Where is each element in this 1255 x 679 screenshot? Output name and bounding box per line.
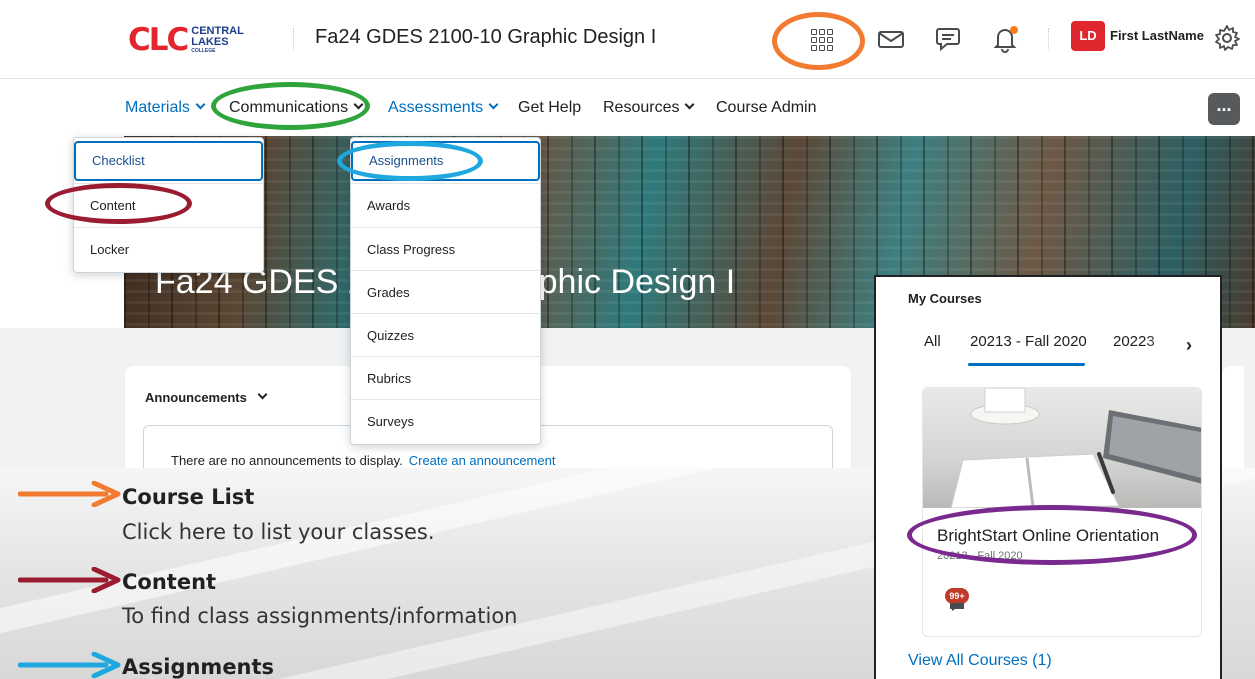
chevron-down-icon — [195, 99, 206, 110]
divider — [293, 28, 294, 50]
nav-course-admin[interactable]: Course Admin — [716, 99, 817, 117]
user-name[interactable]: First LastName — [1110, 28, 1204, 43]
nav-materials[interactable]: Materials — [125, 99, 206, 117]
assessments-menu: Assignments Awards Class Progress Grades… — [350, 137, 541, 445]
course-card[interactable]: BrightStart Online Orientation 20213 - F… — [922, 387, 1202, 637]
college-logo[interactable]: CLC CENTRAL LAKES COLLEGE — [128, 22, 244, 58]
logo-text: CLC — [128, 22, 189, 58]
tip-content-body: To find class assignments/information — [122, 604, 518, 628]
desk-illustration — [950, 388, 1201, 509]
tab-fall-2020[interactable]: 20213 - Fall 2020 — [970, 333, 1087, 350]
course-card-term: 20213 - Fall 2020 — [937, 550, 1023, 562]
announcements-empty-text: There are no announcements to display. Cr… — [171, 453, 556, 468]
menu-item-locker[interactable]: Locker — [74, 227, 263, 271]
bell-icon[interactable] — [990, 24, 1020, 54]
menu-item-checklist[interactable]: Checklist — [74, 141, 263, 181]
menu-item-surveys[interactable]: Surveys — [351, 399, 540, 443]
chevron-right-icon[interactable]: › — [1186, 335, 1192, 356]
tip-content-title: Content — [122, 570, 217, 594]
materials-menu: Checklist Content Locker — [73, 137, 264, 273]
tab-fade — [1146, 327, 1182, 357]
active-tab-indicator — [968, 363, 1085, 366]
chevron-down-icon — [488, 99, 499, 110]
orange-arrow-icon — [18, 481, 121, 507]
announcements-heading[interactable]: Announcements — [145, 389, 268, 405]
nav-communications[interactable]: Communications — [229, 99, 364, 117]
menu-item-quizzes[interactable]: Quizzes — [351, 313, 540, 356]
tip-assignments-title: Assignments — [122, 655, 275, 679]
course-navbar: Materials Communications Assessments Get… — [0, 78, 1255, 136]
create-announcement-link[interactable]: Create an announcement — [409, 453, 556, 468]
course-card-name[interactable]: BrightStart Online Orientation — [937, 526, 1159, 546]
more-button[interactable]: ... — [1208, 93, 1240, 125]
gear-icon[interactable] — [1212, 23, 1242, 53]
chevron-down-icon — [685, 99, 695, 110]
nav-get-help[interactable]: Get Help — [518, 99, 581, 117]
right-widget — [1222, 366, 1244, 476]
tab-all[interactable]: All — [924, 333, 941, 350]
menu-item-rubrics[interactable]: Rubrics — [351, 356, 540, 399]
discussion-icon — [950, 603, 964, 611]
menu-item-content[interactable]: Content — [74, 183, 263, 227]
my-courses-panel: My Courses All 20213 - Fall 2020 20223 ›… — [874, 275, 1222, 679]
tip-course-list-body: Click here to list your classes. — [122, 520, 435, 544]
course-card-image — [923, 388, 1201, 509]
nav-resources[interactable]: Resources — [603, 99, 695, 117]
avatar[interactable]: LD — [1071, 21, 1105, 51]
top-header: CLC CENTRAL LAKES COLLEGE Fa24 GDES 2100… — [0, 0, 1255, 78]
menu-item-awards[interactable]: Awards — [351, 183, 540, 227]
mail-icon[interactable] — [876, 24, 906, 54]
chat-icon[interactable] — [933, 24, 963, 54]
chevron-down-icon — [353, 99, 364, 110]
blue-arrow-icon — [18, 652, 121, 678]
waffle-course-list-icon[interactable] — [805, 24, 835, 54]
menu-item-assignments[interactable]: Assignments — [351, 141, 540, 181]
my-courses-title: My Courses — [908, 291, 982, 306]
chevron-down-icon — [257, 389, 268, 400]
menu-item-class-progress[interactable]: Class Progress — [351, 227, 540, 270]
view-all-courses-link[interactable]: View All Courses (1) — [908, 652, 1052, 670]
tip-course-list-title: Course List — [122, 485, 255, 509]
divider — [1048, 28, 1049, 50]
logo-subtitle: CENTRAL LAKES COLLEGE — [191, 25, 244, 55]
maroon-arrow-icon — [18, 567, 121, 593]
menu-item-grades[interactable]: Grades — [351, 270, 540, 313]
notification-dot — [1010, 26, 1018, 34]
nav-assessments[interactable]: Assessments — [388, 99, 499, 117]
course-title[interactable]: Fa24 GDES 2100-10 Graphic Design I — [315, 26, 656, 49]
